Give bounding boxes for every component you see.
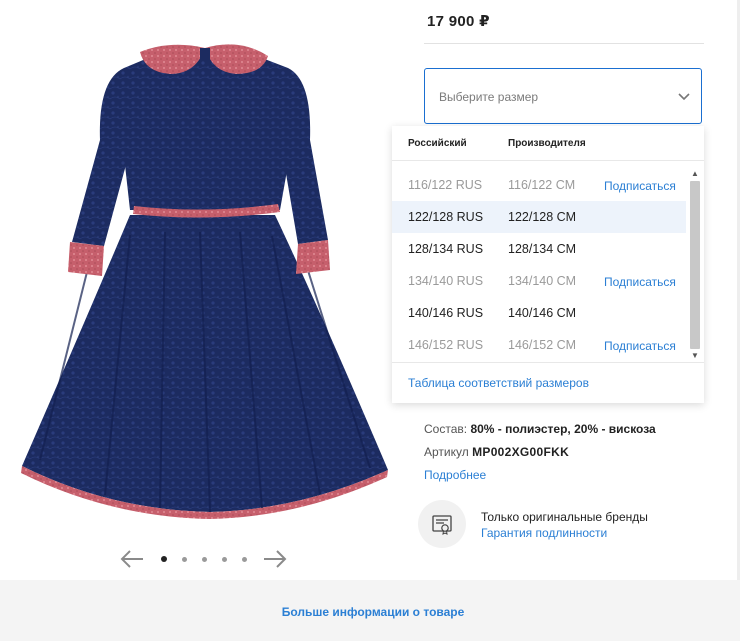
- size-manufacturer: 128/134 CM: [508, 242, 577, 256]
- subscribe-link[interactable]: Подписаться: [604, 339, 676, 353]
- carousel-dot[interactable]: [202, 557, 207, 562]
- certificate-icon: [432, 515, 452, 535]
- size-russian: 122/128 RUS: [408, 210, 484, 224]
- scroll-down-icon[interactable]: ▼: [690, 351, 700, 361]
- carousel-dot[interactable]: [242, 557, 247, 562]
- subscribe-link[interactable]: Подписаться: [604, 275, 676, 289]
- more-details-link[interactable]: Подробнее: [424, 468, 486, 482]
- column-header-russian: Российский: [408, 138, 467, 149]
- size-option-140-146[interactable]: 140/146 RUS 140/146 CM: [392, 297, 686, 329]
- subscribe-link[interactable]: Подписаться: [604, 179, 676, 193]
- size-manufacturer: 122/128 CM: [508, 210, 577, 224]
- size-option-128-134[interactable]: 128/134 RUS 128/134 CM: [392, 233, 686, 265]
- size-option-134-140[interactable]: 134/140 RUS 134/140 CM Подписаться: [392, 265, 686, 297]
- more-product-info-link[interactable]: Больше информации о товаре: [0, 605, 740, 619]
- composition-label: Состав:: [424, 422, 468, 436]
- size-russian: 134/140 RUS: [408, 274, 484, 288]
- carousel-next-button[interactable]: [262, 548, 288, 570]
- size-table-link[interactable]: Таблица соответствий размеров: [408, 376, 589, 390]
- authenticity-guarantee-link[interactable]: Гарантия подлинности: [481, 526, 607, 540]
- carousel-dot[interactable]: [222, 557, 227, 562]
- carousel-dot[interactable]: [182, 557, 187, 562]
- article-label: Артикул: [424, 445, 469, 459]
- article-value: MP002XG00FKK: [472, 445, 570, 459]
- size-option-146-152[interactable]: 146/152 RUS 146/152 CM Подписаться: [392, 329, 686, 361]
- article: Артикул MP002XG00FKK: [424, 445, 569, 459]
- size-russian: 116/122 RUS: [408, 178, 483, 192]
- certificate-badge: [418, 500, 466, 548]
- size-select-placeholder: Выберите размер: [439, 90, 539, 104]
- product-price: 17 900 ₽: [427, 13, 490, 30]
- composition: Состав: 80% - полиэстер, 20% - вискоза: [424, 422, 656, 436]
- size-manufacturer: 146/152 CM: [508, 338, 577, 352]
- scrollbar-thumb[interactable]: [690, 181, 700, 349]
- divider: [392, 362, 704, 363]
- divider: [392, 160, 704, 161]
- composition-value: 80% - полиэстер, 20% - вискоза: [470, 422, 656, 436]
- size-manufacturer: 116/122 CM: [508, 178, 576, 192]
- divider: [424, 43, 704, 44]
- size-list: 116/122 RUS 116/122 CM Подписаться 122/1…: [392, 169, 686, 361]
- column-header-manufacturer: Производителя: [508, 138, 586, 149]
- carousel-dot[interactable]: [161, 556, 167, 562]
- dropdown-scrollbar[interactable]: ▲ ▼: [688, 169, 701, 361]
- size-option-122-128[interactable]: 122/128 RUS 122/128 CM: [392, 201, 686, 233]
- size-russian: 128/134 RUS: [408, 242, 484, 256]
- scroll-up-icon[interactable]: ▲: [690, 169, 700, 179]
- size-dropdown: Российский Производителя 116/122 RUS 116…: [392, 126, 704, 403]
- size-manufacturer: 134/140 CM: [508, 274, 577, 288]
- size-russian: 140/146 RUS: [408, 306, 484, 320]
- size-manufacturer: 140/146 CM: [508, 306, 577, 320]
- chevron-down-icon: [678, 93, 690, 101]
- size-option-116-122[interactable]: 116/122 RUS 116/122 CM Подписаться: [392, 169, 686, 201]
- carousel-prev-button[interactable]: [119, 548, 145, 570]
- size-russian: 146/152 RUS: [408, 338, 484, 352]
- size-select[interactable]: Выберите размер: [424, 68, 702, 124]
- original-brands-text: Только оригинальные бренды: [481, 510, 648, 524]
- product-image: [21, 44, 388, 519]
